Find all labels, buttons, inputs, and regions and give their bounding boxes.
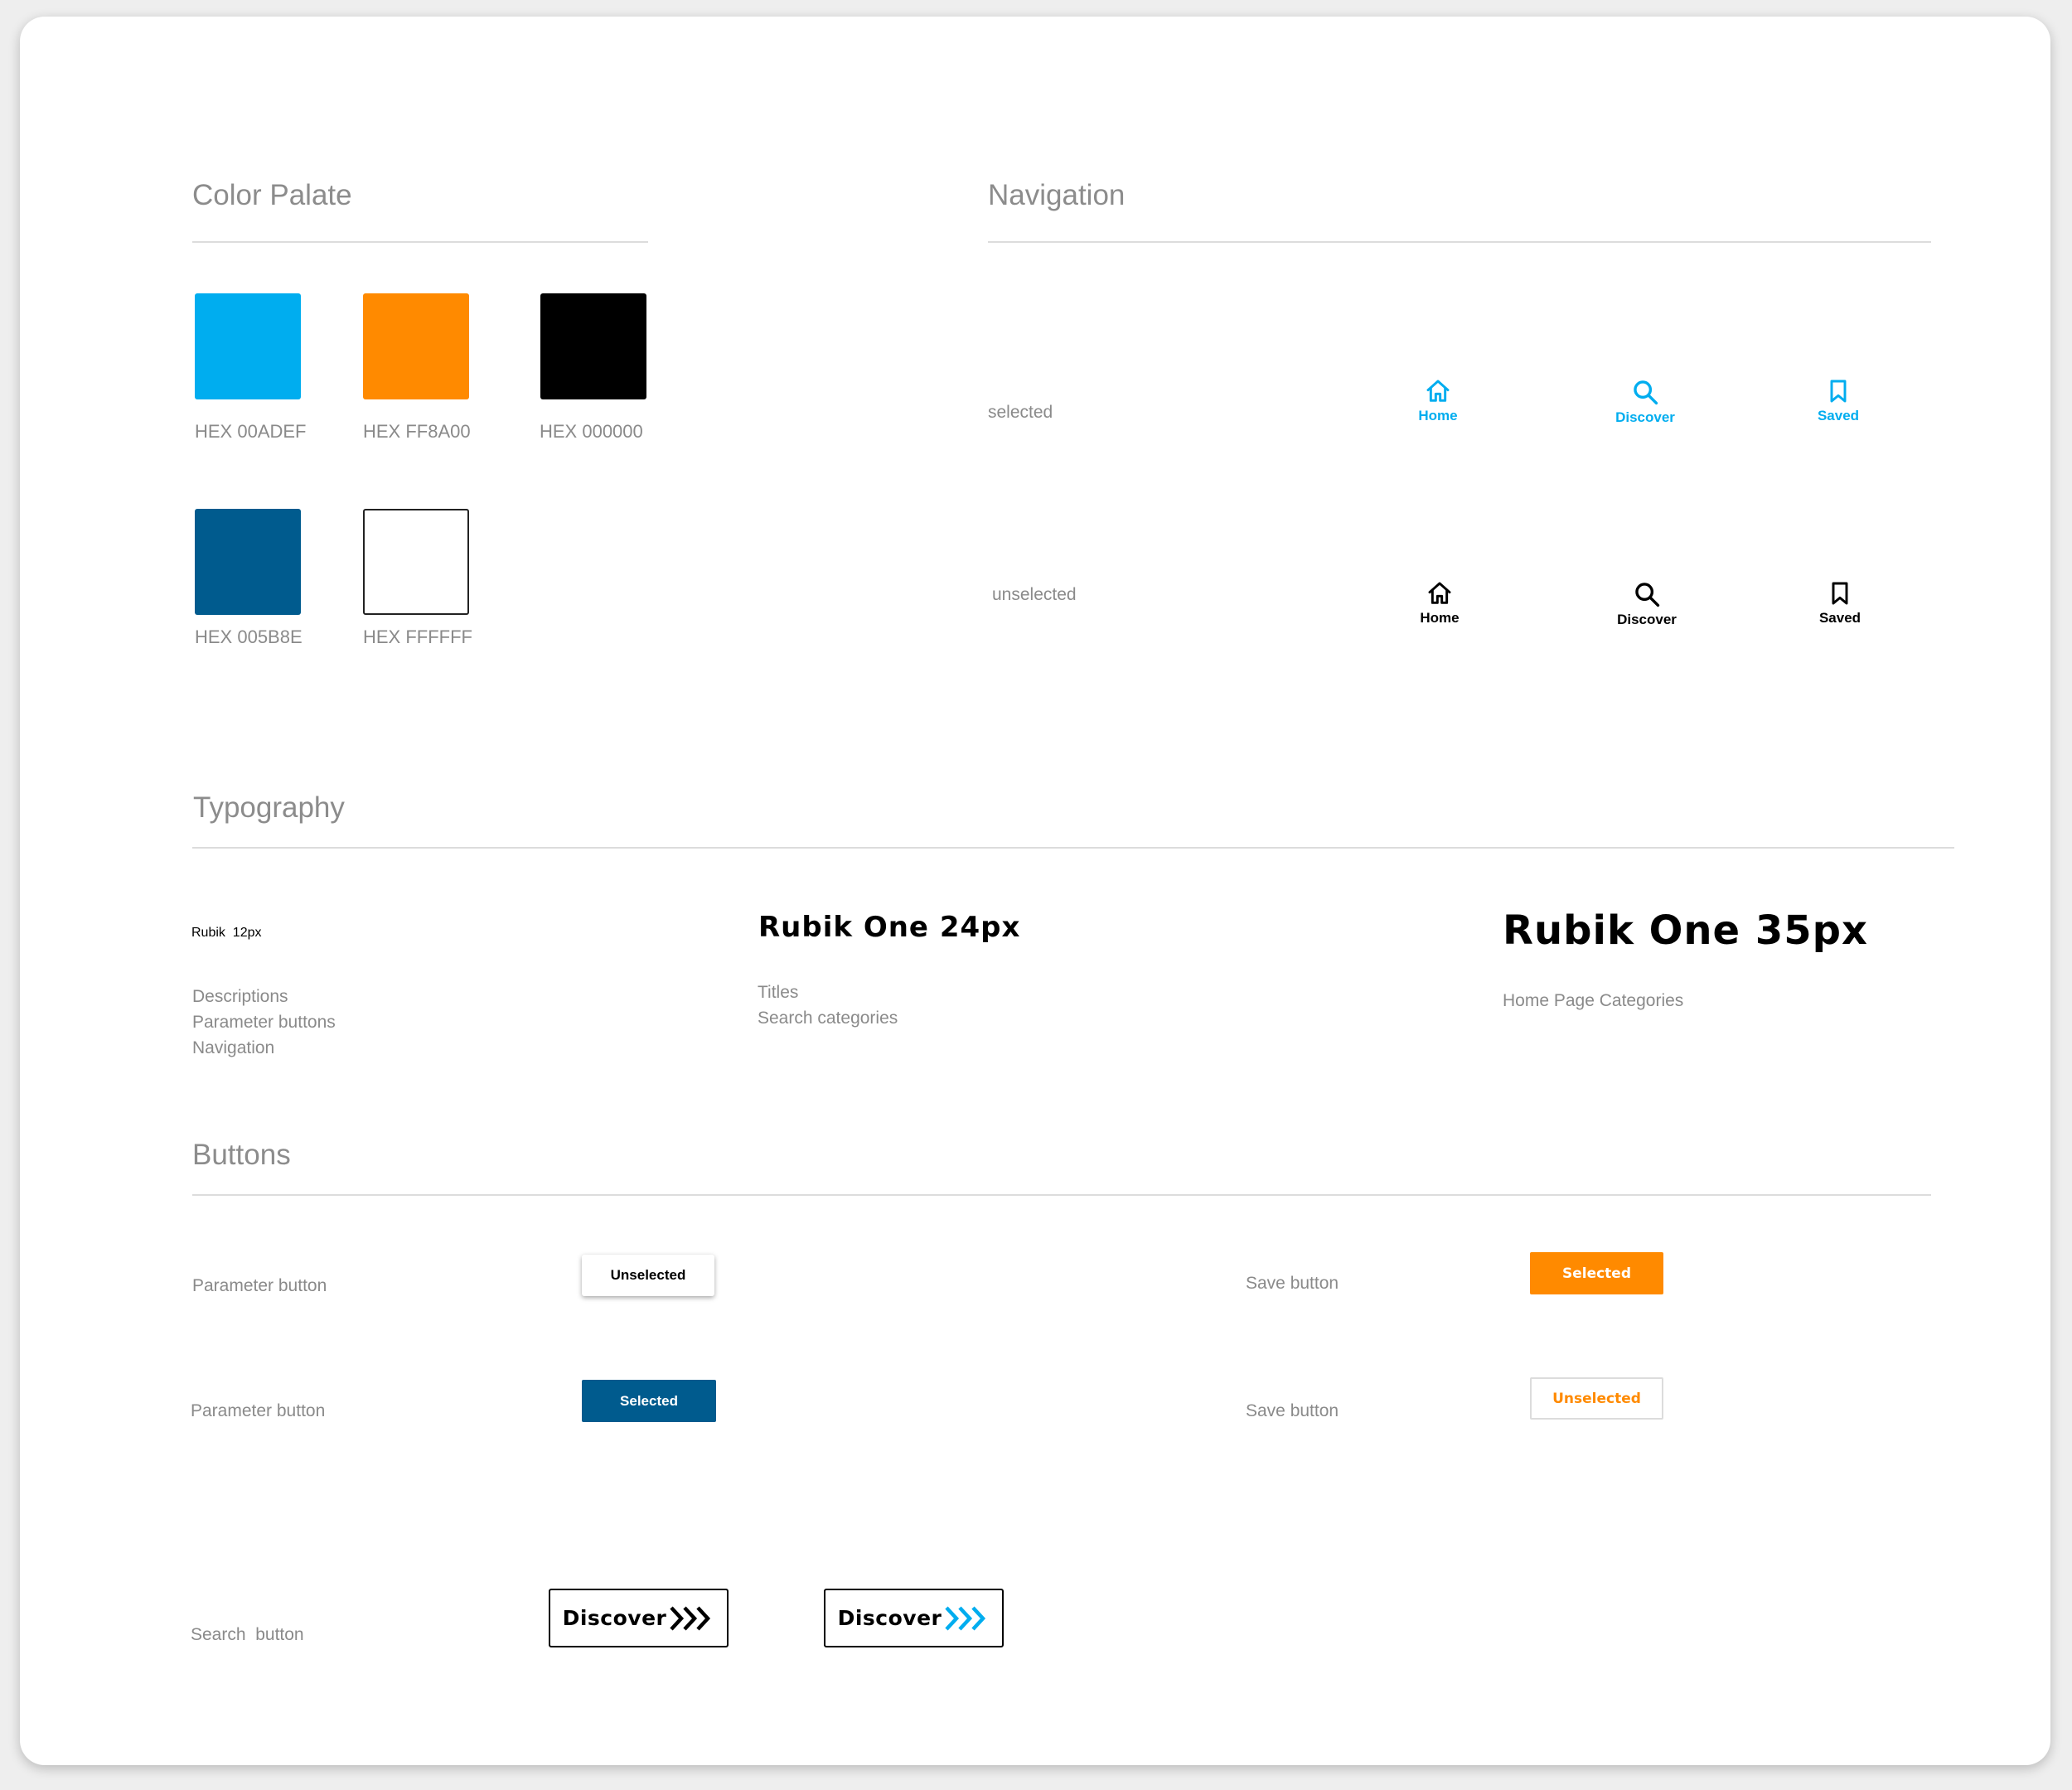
type-use-item: Parameter buttons bbox=[192, 1013, 336, 1032]
swatch-ffffff bbox=[363, 509, 469, 615]
bookmark-icon bbox=[1830, 380, 1847, 403]
search-button-label: Discover bbox=[837, 1606, 942, 1630]
home-icon bbox=[1428, 582, 1451, 604]
nav-item-saved-selected[interactable]: Saved bbox=[1755, 378, 1921, 424]
nav-item-home-unselected[interactable]: Home bbox=[1357, 580, 1523, 626]
type-sample-large: Rubik One 35px bbox=[1503, 907, 1868, 954]
type-uses-medium: Titles Search categories bbox=[758, 980, 898, 1031]
section-title-navigation: Navigation bbox=[988, 179, 1126, 211]
type-use-item: Descriptions bbox=[192, 987, 288, 1006]
search-button[interactable]: Discover bbox=[549, 1589, 729, 1647]
divider bbox=[192, 241, 648, 243]
save-button-selected[interactable]: Selected bbox=[1530, 1252, 1663, 1294]
swatch-hex-label: HEX FF8A00 bbox=[363, 421, 471, 442]
home-icon bbox=[1426, 380, 1450, 402]
nav-state-label: unselected bbox=[992, 585, 1077, 604]
nav-item-saved-unselected[interactable]: Saved bbox=[1757, 580, 1923, 626]
nav-item-discover-selected[interactable]: Discover bbox=[1562, 378, 1728, 426]
swatch-00adef bbox=[195, 293, 301, 399]
divider bbox=[988, 241, 1931, 243]
swatch-hex-label: HEX FFFFFF bbox=[363, 626, 472, 647]
nav-item-label: Home bbox=[1418, 408, 1458, 423]
parameter-button-unselected[interactable]: Unselected bbox=[582, 1255, 714, 1296]
type-use-item: Home Page Categories bbox=[1503, 991, 1684, 1010]
type-sample-small: Rubik 12px bbox=[191, 926, 262, 940]
bookmark-icon bbox=[1832, 582, 1848, 605]
type-use-item: Navigation bbox=[192, 1038, 275, 1057]
button-row-label: Parameter button bbox=[192, 1276, 327, 1295]
search-button-label: Discover bbox=[562, 1606, 667, 1630]
nav-state-label: selected bbox=[988, 403, 1053, 422]
triple-chevron-right-icon bbox=[670, 1605, 711, 1631]
type-use-item: Search categories bbox=[758, 1009, 898, 1028]
search-icon bbox=[1635, 583, 1660, 607]
section-title-buttons: Buttons bbox=[192, 1139, 291, 1171]
nav-item-label: Discover bbox=[1615, 409, 1675, 425]
search-button-hover[interactable]: Discover bbox=[824, 1589, 1004, 1647]
swatch-hex-label: HEX 005B8E bbox=[195, 626, 303, 647]
nav-item-label: Discover bbox=[1617, 612, 1677, 627]
search-icon bbox=[1634, 380, 1658, 405]
divider bbox=[192, 847, 1954, 849]
type-sample-medium: Rubik One 24px bbox=[758, 911, 1021, 944]
divider bbox=[192, 1194, 1931, 1196]
swatch-hex-label: HEX 000000 bbox=[540, 421, 643, 442]
parameter-button-selected[interactable]: Selected bbox=[582, 1380, 716, 1422]
nav-item-home-selected[interactable]: Home bbox=[1355, 378, 1521, 424]
section-title-typography: Typography bbox=[193, 791, 345, 824]
button-row-label: Parameter button bbox=[191, 1401, 326, 1420]
type-uses-small: Descriptions Parameter buttons Navigatio… bbox=[192, 984, 336, 1061]
swatch-hex-label: HEX 00ADEF bbox=[195, 421, 307, 442]
swatch-005b8e bbox=[195, 509, 301, 615]
nav-item-label: Saved bbox=[1818, 610, 1861, 626]
section-title-color: Color Palate bbox=[192, 179, 352, 211]
nav-item-label: Saved bbox=[1817, 408, 1860, 423]
nav-item-discover-unselected[interactable]: Discover bbox=[1564, 580, 1730, 628]
triple-chevron-right-icon bbox=[945, 1605, 986, 1631]
type-uses-large: Home Page Categories bbox=[1503, 988, 1683, 1014]
button-row-label: Save button bbox=[1246, 1274, 1339, 1293]
save-button-unselected[interactable]: Unselected bbox=[1530, 1377, 1663, 1420]
button-row-label: Save button bbox=[1246, 1401, 1339, 1420]
type-use-item: Titles bbox=[758, 983, 799, 1002]
button-row-label: Search button bbox=[191, 1625, 304, 1644]
nav-item-label: Home bbox=[1420, 610, 1460, 626]
swatch-ff8a00 bbox=[363, 293, 469, 399]
swatch-000000 bbox=[540, 293, 646, 399]
style-guide-card: Color Palate HEX 00ADEF HEX FF8A00 HEX 0… bbox=[20, 17, 2050, 1765]
